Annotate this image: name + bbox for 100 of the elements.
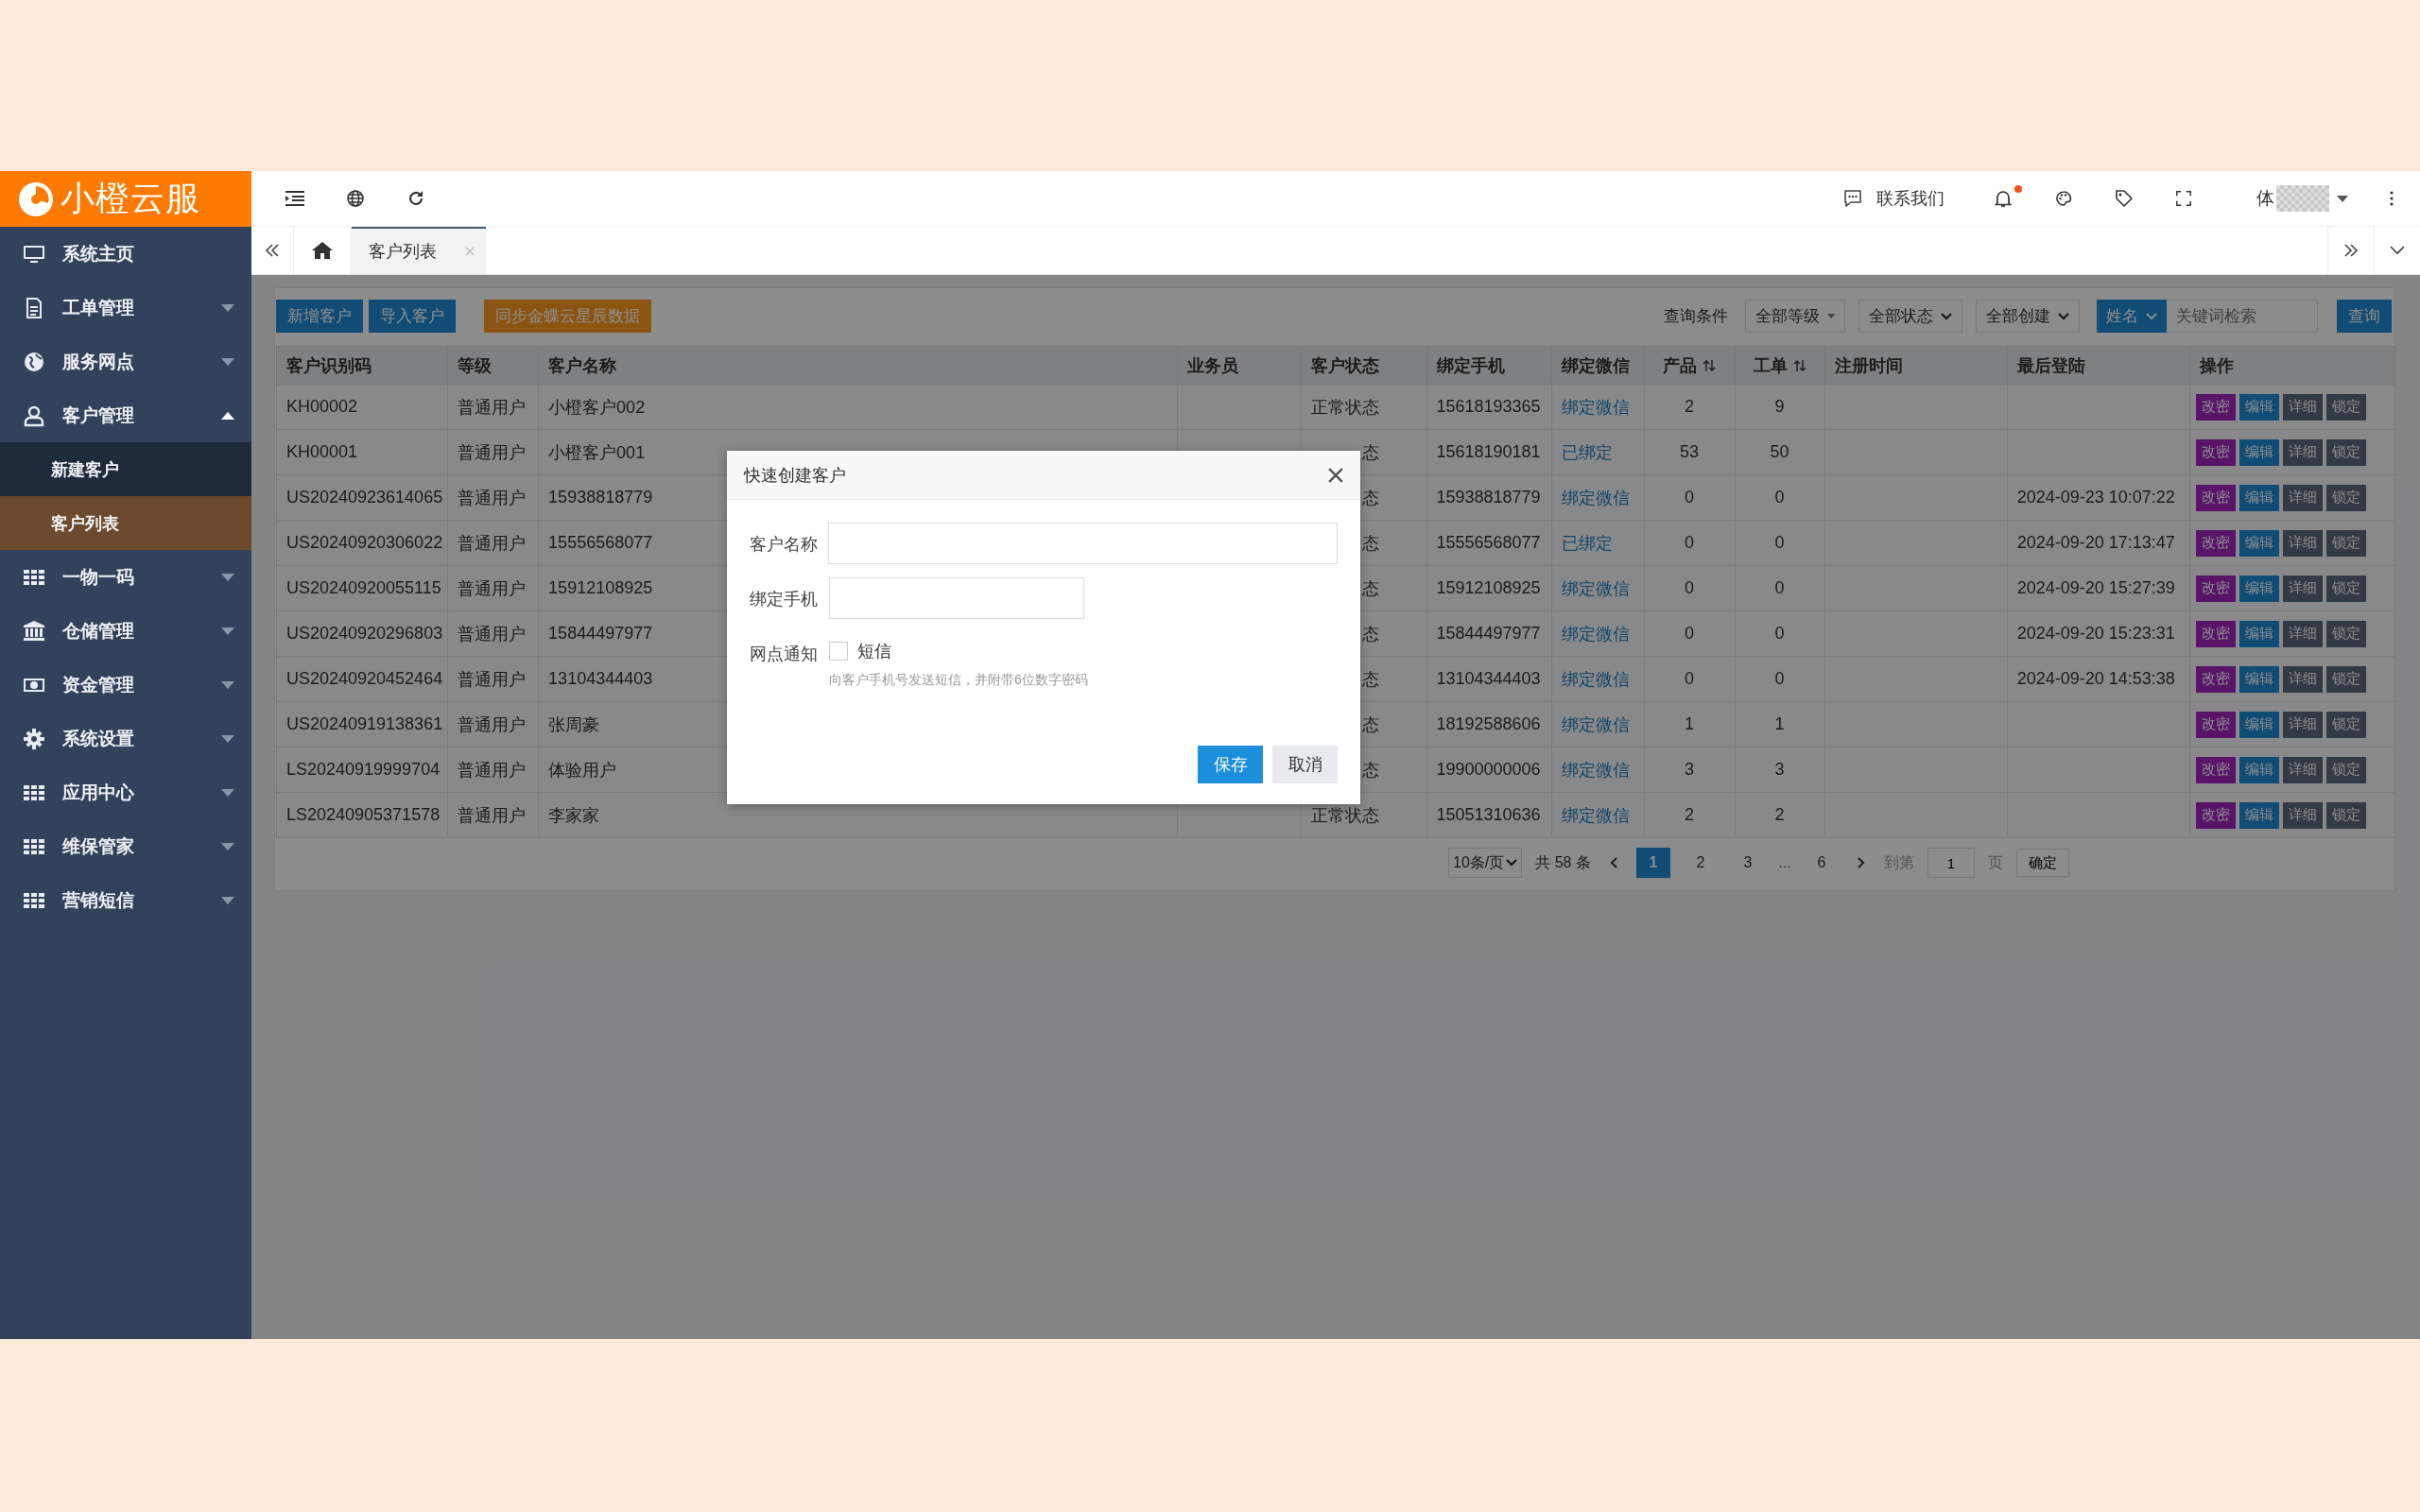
row-action-button[interactable]: 锁定	[2325, 575, 2366, 602]
row-action-button[interactable]: 改密	[2195, 393, 2236, 421]
row-action-button[interactable]: 改密	[2195, 801, 2236, 829]
sidebar-item[interactable]: 营销短信	[0, 873, 251, 927]
row-action-button[interactable]: 改密	[2195, 620, 2236, 647]
row-action-button[interactable]: 详细	[2282, 575, 2323, 602]
row-action-button[interactable]: 改密	[2195, 438, 2236, 466]
row-action-button[interactable]: 编辑	[2238, 529, 2279, 557]
row-action-button[interactable]: 改密	[2195, 756, 2236, 783]
sidebar-item[interactable]: 服务网点	[0, 335, 251, 388]
sidebar-item[interactable]: 应用中心	[0, 765, 251, 819]
row-action-button[interactable]: 锁定	[2325, 529, 2366, 557]
wechat-link[interactable]: 绑定微信	[1551, 610, 1645, 657]
sidebar-item[interactable]: 资金管理	[0, 658, 251, 712]
fullscreen-icon[interactable]	[2175, 190, 2192, 207]
search-scope-select[interactable]: 姓名	[2097, 300, 2167, 333]
sidebar-item[interactable]: 客户管理	[0, 388, 251, 442]
row-action-button[interactable]: 详细	[2282, 665, 2323, 693]
row-action-button[interactable]: 详细	[2282, 529, 2323, 557]
row-action-button[interactable]: 编辑	[2238, 484, 2279, 511]
row-action-button[interactable]: 详细	[2282, 620, 2323, 647]
page-button[interactable]: 2	[1683, 848, 1718, 878]
sidebar-item[interactable]: 工单管理	[0, 281, 251, 335]
row-action-button[interactable]: 编辑	[2238, 711, 2279, 738]
menu-icon[interactable]	[285, 191, 304, 206]
toolbar-button[interactable]: 新增客户	[276, 300, 363, 333]
row-action-button[interactable]: 编辑	[2238, 801, 2279, 829]
filter-select[interactable]: 全部状态	[1858, 300, 1962, 333]
wechat-link[interactable]: 绑定微信	[1551, 565, 1645, 611]
page-size-select[interactable]: 10条/页	[1448, 848, 1523, 878]
page-tab[interactable]: 客户列表	[352, 227, 486, 274]
sidebar-item[interactable]: 系统主页	[0, 227, 251, 281]
input-field[interactable]	[828, 523, 1338, 564]
confirm-button[interactable]: 确定	[2015, 849, 2069, 877]
palette-icon[interactable]	[2054, 189, 2073, 208]
wechat-link[interactable]: 绑定微信	[1551, 656, 1645, 702]
row-action-button[interactable]: 编辑	[2238, 665, 2279, 693]
row-action-button[interactable]: 详细	[2282, 711, 2323, 738]
chevron-left-icon[interactable]	[1609, 857, 1617, 868]
row-action-button[interactable]: 锁定	[2325, 665, 2366, 693]
sidebar-subitem[interactable]: 新建客户	[0, 442, 251, 496]
wechat-link[interactable]: 已绑定	[1551, 429, 1645, 475]
row-action-button[interactable]: 改密	[2195, 575, 2236, 602]
wechat-link[interactable]: 绑定微信	[1551, 701, 1645, 747]
row-action-button[interactable]: 详细	[2282, 393, 2323, 421]
keyword-search-field[interactable]: 关键词检索	[2167, 300, 2318, 333]
user-menu[interactable]: 体	[2256, 185, 2348, 212]
page-button[interactable]: 1	[1635, 848, 1670, 878]
sidebar-subitem[interactable]: 客户列表	[0, 496, 251, 550]
contact-us-link[interactable]: 联系我们	[1842, 187, 1945, 210]
toolbar-button[interactable]: 导入客户	[369, 300, 456, 333]
row-action-button[interactable]: 改密	[2195, 665, 2236, 693]
row-action-button[interactable]: 改密	[2195, 529, 2236, 557]
sort-icon[interactable]	[1792, 358, 1806, 372]
row-action-button[interactable]: 编辑	[2238, 575, 2279, 602]
row-action-button[interactable]: 改密	[2195, 711, 2236, 738]
bell-icon[interactable]	[1994, 189, 2013, 208]
sort-icon[interactable]	[1703, 358, 1717, 372]
row-action-button[interactable]: 锁定	[2325, 438, 2366, 466]
close-icon[interactable]	[1328, 467, 1343, 483]
wechat-link[interactable]: 绑定微信	[1551, 474, 1645, 521]
row-action-button[interactable]: 详细	[2282, 438, 2323, 466]
row-action-button[interactable]: 编辑	[2238, 756, 2279, 783]
row-action-button[interactable]: 详细	[2282, 801, 2323, 829]
globe-icon[interactable]	[346, 189, 365, 208]
row-action-button[interactable]: 锁定	[2325, 756, 2366, 783]
tag-icon[interactable]	[2115, 189, 2134, 208]
row-action-button[interactable]: 编辑	[2238, 438, 2279, 466]
row-action-button[interactable]: 编辑	[2238, 393, 2279, 421]
wechat-link[interactable]: 绑定微信	[1551, 747, 1645, 793]
query-button[interactable]: 查询	[2337, 300, 2392, 333]
sidebar-item[interactable]: 一物一码	[0, 550, 251, 604]
sidebar-item[interactable]: 系统设置	[0, 712, 251, 765]
row-action-button[interactable]: 详细	[2282, 756, 2323, 783]
toolbar-button[interactable]: 同步金蝶云星辰数据	[484, 300, 651, 333]
refresh-icon[interactable]	[406, 189, 425, 208]
wechat-link[interactable]: 绑定微信	[1551, 384, 1645, 430]
filter-select[interactable]: 全部等级	[1745, 300, 1845, 333]
page-button[interactable]: 3	[1730, 848, 1765, 878]
row-action-button[interactable]: 锁定	[2325, 801, 2366, 829]
wechat-link[interactable]: 已绑定	[1551, 520, 1645, 566]
chevron-right-icon[interactable]	[1857, 857, 1865, 868]
dialog-button[interactable]: 取消	[1272, 746, 1338, 783]
filter-select[interactable]: 全部创建	[1976, 300, 2080, 333]
sidebar-item[interactable]: 仓储管理	[0, 604, 251, 658]
input-field[interactable]	[829, 577, 1084, 619]
sidebar-item[interactable]: 维保管家	[0, 819, 251, 873]
page-button[interactable]: 6	[1804, 848, 1839, 878]
more-icon[interactable]	[2390, 191, 2394, 206]
row-action-button[interactable]: 改密	[2195, 484, 2236, 511]
row-action-button[interactable]: 编辑	[2238, 620, 2279, 647]
checkbox[interactable]	[829, 642, 848, 661]
row-action-button[interactable]: 锁定	[2325, 620, 2366, 647]
dialog-button[interactable]: 保存	[1198, 746, 1263, 783]
row-action-button[interactable]: 锁定	[2325, 393, 2366, 421]
page-number-field[interactable]: 1	[1927, 848, 1975, 878]
wechat-link[interactable]: 绑定微信	[1551, 792, 1645, 838]
row-action-button[interactable]: 锁定	[2325, 484, 2366, 511]
row-action-button[interactable]: 锁定	[2325, 711, 2366, 738]
row-action-button[interactable]: 详细	[2282, 484, 2323, 511]
